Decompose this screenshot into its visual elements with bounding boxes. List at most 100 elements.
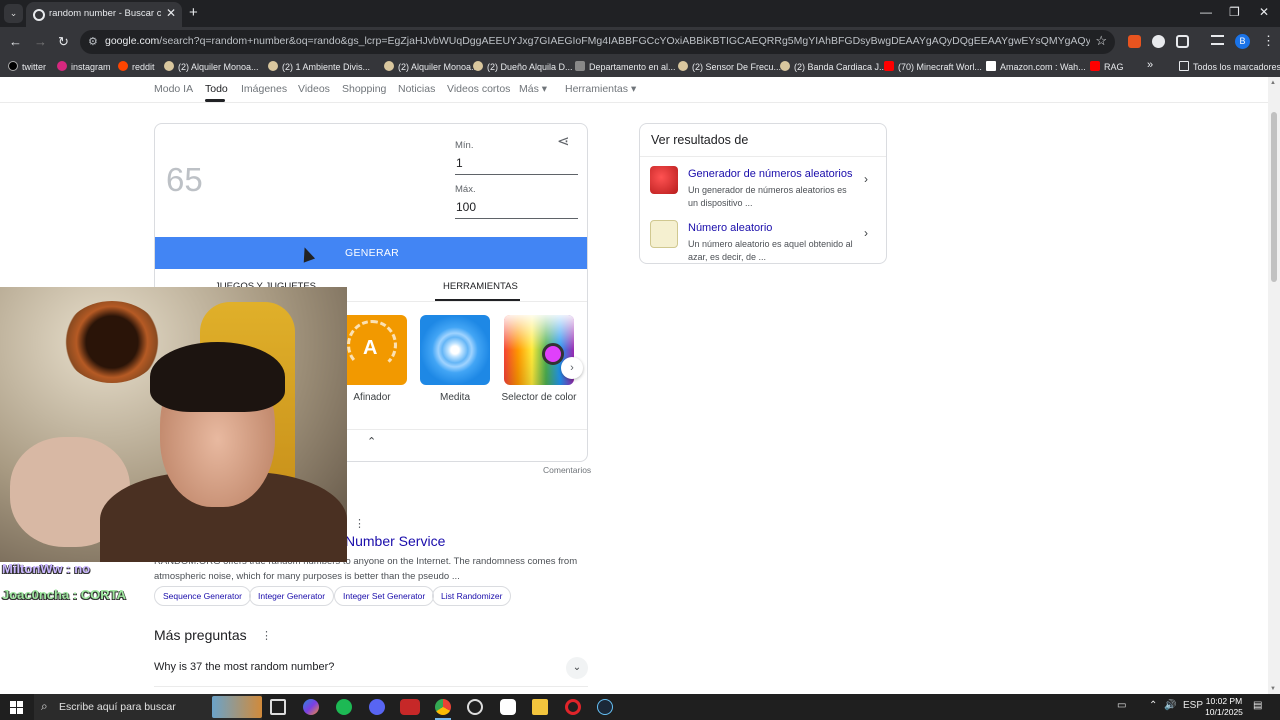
google-favicon-icon bbox=[33, 9, 45, 21]
extension-puzzle-icon[interactable] bbox=[1152, 35, 1165, 48]
min-input[interactable]: 1 bbox=[456, 156, 463, 170]
max-input[interactable]: 100 bbox=[456, 200, 476, 214]
browser-tab[interactable]: random number - Buscar con Google ✕ bbox=[26, 2, 182, 27]
address-bar[interactable]: ⚙ google.com/search?q=random+number&oq=r… bbox=[80, 30, 1115, 54]
all-bookmarks-folder[interactable]: Todos los marcadores bbox=[1179, 61, 1280, 73]
share-icon[interactable]: ⋖ bbox=[557, 132, 570, 150]
tool-label: Medita bbox=[439, 392, 470, 403]
reload-icon[interactable]: ↻ bbox=[58, 34, 69, 50]
bookmark-item[interactable]: (2) Dueño Alquila D... bbox=[473, 61, 573, 73]
tab-tools-card[interactable]: HERRAMIENTAS bbox=[443, 281, 518, 292]
tab-shopping[interactable]: Shopping bbox=[342, 83, 386, 95]
result-menu-icon[interactable]: ⋮ bbox=[354, 517, 365, 530]
extensions-icon[interactable] bbox=[1176, 35, 1189, 48]
bookmark-item[interactable]: (70) Minecraft Worl... bbox=[884, 61, 982, 73]
extension-fox-icon[interactable] bbox=[1128, 35, 1141, 48]
forward-icon[interactable]: → bbox=[34, 34, 47, 49]
panel-item-title: Número aleatorio bbox=[688, 222, 773, 234]
media-icon[interactable] bbox=[1211, 35, 1224, 45]
sitelink-chip[interactable]: Integer Generator bbox=[249, 586, 335, 606]
keyboard-icon[interactable]: ▭ bbox=[1117, 700, 1126, 711]
tab-videos[interactable]: Videos bbox=[298, 83, 330, 95]
stream-chat-message: MiltonWw : no bbox=[2, 561, 91, 576]
bookmark-item[interactable]: Departamento en al... bbox=[575, 61, 676, 73]
bookmark-item[interactable]: instagram bbox=[57, 61, 111, 73]
tab-short-videos[interactable]: Videos cortos bbox=[447, 83, 510, 95]
table-thumbnail bbox=[650, 220, 678, 248]
tab-close-icon[interactable]: ✕ bbox=[166, 6, 176, 20]
bookmarks-overflow-icon[interactable]: » bbox=[1147, 59, 1153, 71]
profile-avatar[interactable]: B bbox=[1235, 34, 1250, 49]
bookmark-item[interactable]: (2) 1 Ambiente Divis... bbox=[268, 61, 370, 73]
meditate-tool[interactable] bbox=[420, 315, 490, 385]
scrollbar-thumb[interactable] bbox=[1271, 112, 1277, 282]
taskbar-search[interactable]: ⌕ Escribe aquí para buscar bbox=[34, 694, 262, 720]
min-underline bbox=[455, 174, 578, 175]
tray-overflow-icon[interactable]: ⌃ bbox=[1149, 700, 1157, 711]
clock-date: 10/1/2025 bbox=[1205, 707, 1243, 717]
page-scrollbar[interactable]: ▲ ▼ bbox=[1268, 77, 1280, 694]
chrome-menu-icon[interactable]: ⋮ bbox=[1262, 33, 1275, 49]
copilot-icon[interactable] bbox=[303, 699, 319, 715]
file-explorer-icon[interactable] bbox=[532, 699, 548, 715]
back-icon[interactable]: ← bbox=[9, 34, 22, 49]
windows-taskbar: ⌕ Escribe aquí para buscar ▭ ⌃ 🔊 ESP 10:… bbox=[0, 694, 1280, 720]
new-tab-icon[interactable]: + bbox=[189, 4, 198, 21]
bookmark-item[interactable]: RAG bbox=[1090, 61, 1124, 73]
tab-title: random number - Buscar con Google bbox=[49, 8, 161, 19]
bookmark-item[interactable]: (2) Banda Cardiaca J... bbox=[780, 61, 887, 73]
chrome-icon[interactable] bbox=[435, 699, 451, 715]
opera-icon[interactable] bbox=[565, 699, 581, 715]
voicemeeter-icon[interactable] bbox=[400, 699, 420, 715]
random-result: 65 bbox=[166, 161, 203, 198]
spotify-icon[interactable] bbox=[336, 699, 352, 715]
task-view-icon[interactable] bbox=[270, 699, 286, 715]
carousel-next-icon[interactable]: › bbox=[561, 357, 583, 379]
generate-button[interactable]: GENERAR bbox=[155, 237, 587, 269]
paa-question[interactable]: Why is 37 the most random number? bbox=[154, 661, 334, 673]
taskbar-search-placeholder: Escribe aquí para buscar bbox=[59, 701, 176, 713]
search-tabs: Modo IA Todo Imágenes Videos Shopping No… bbox=[0, 77, 1268, 103]
panel-item-desc: Un generador de números aleatorios es un… bbox=[688, 185, 847, 208]
discord-icon[interactable] bbox=[369, 699, 385, 715]
paa-menu-icon[interactable]: ⋮ bbox=[261, 629, 272, 642]
sitelink-chip[interactable]: List Randomizer bbox=[432, 586, 512, 606]
sitelink-chip[interactable]: Sequence Generator bbox=[154, 586, 251, 606]
tab-tools[interactable]: Herramientas ▾ bbox=[565, 83, 636, 95]
bookmark-item[interactable]: twitter bbox=[8, 61, 46, 73]
tuner-tool[interactable]: A bbox=[337, 315, 407, 385]
restore-icon[interactable]: ❐ bbox=[1229, 5, 1240, 19]
tab-all[interactable]: Todo bbox=[205, 83, 228, 95]
panel-item-random-number[interactable]: Número aleatorio Un número aleatorio es … bbox=[640, 216, 886, 268]
feedback-link[interactable]: Comentarios bbox=[543, 465, 591, 475]
tab-ai-mode[interactable]: Modo IA bbox=[154, 83, 193, 95]
bookmark-item[interactable]: (2) Alquiler Monoa... bbox=[384, 61, 479, 73]
result-title-link[interactable]: Number Service bbox=[345, 533, 445, 549]
notifications-icon[interactable]: ▤ bbox=[1253, 700, 1262, 711]
collapse-chevron-icon[interactable]: ⌃ bbox=[367, 435, 376, 448]
steam-icon[interactable] bbox=[597, 699, 613, 715]
site-info-icon[interactable]: ⚙ bbox=[88, 35, 98, 48]
minimize-icon[interactable]: — bbox=[1200, 5, 1212, 19]
search-highlight-image bbox=[212, 696, 262, 718]
tab-more[interactable]: Más ▾ bbox=[519, 83, 547, 95]
tab-images[interactable]: Imágenes bbox=[241, 83, 287, 95]
bookmark-item[interactable]: reddit bbox=[118, 61, 155, 73]
chevron-down-icon[interactable]: ⌄ bbox=[566, 657, 588, 679]
capcut-icon[interactable] bbox=[500, 699, 516, 715]
tab-search-button[interactable]: ⌄ bbox=[4, 4, 23, 23]
bookmark-item[interactable]: (2) Alquiler Monoa... bbox=[164, 61, 259, 73]
sitelink-chip[interactable]: Integer Set Generator bbox=[334, 586, 435, 606]
windows-start-icon[interactable] bbox=[10, 701, 23, 714]
tab-news[interactable]: Noticias bbox=[398, 83, 435, 95]
volume-icon[interactable]: 🔊 bbox=[1164, 700, 1176, 711]
panel-item-rng[interactable]: Generador de números aleatorios Un gener… bbox=[640, 162, 886, 214]
window-close-icon[interactable]: ✕ bbox=[1259, 5, 1269, 19]
scroll-down-icon[interactable]: ▼ bbox=[1270, 686, 1276, 692]
bookmark-item[interactable]: (2) Sensor De Frecu... bbox=[678, 61, 781, 73]
bookmark-item[interactable]: Amazon.com : Wah... bbox=[986, 61, 1086, 73]
obs-icon[interactable] bbox=[467, 699, 483, 715]
bookmark-star-icon[interactable]: ☆ bbox=[1095, 33, 1107, 49]
scroll-up-icon[interactable]: ▲ bbox=[1270, 80, 1276, 86]
taskbar-clock[interactable]: 10:02 PM 10/1/2025 bbox=[1198, 696, 1250, 718]
